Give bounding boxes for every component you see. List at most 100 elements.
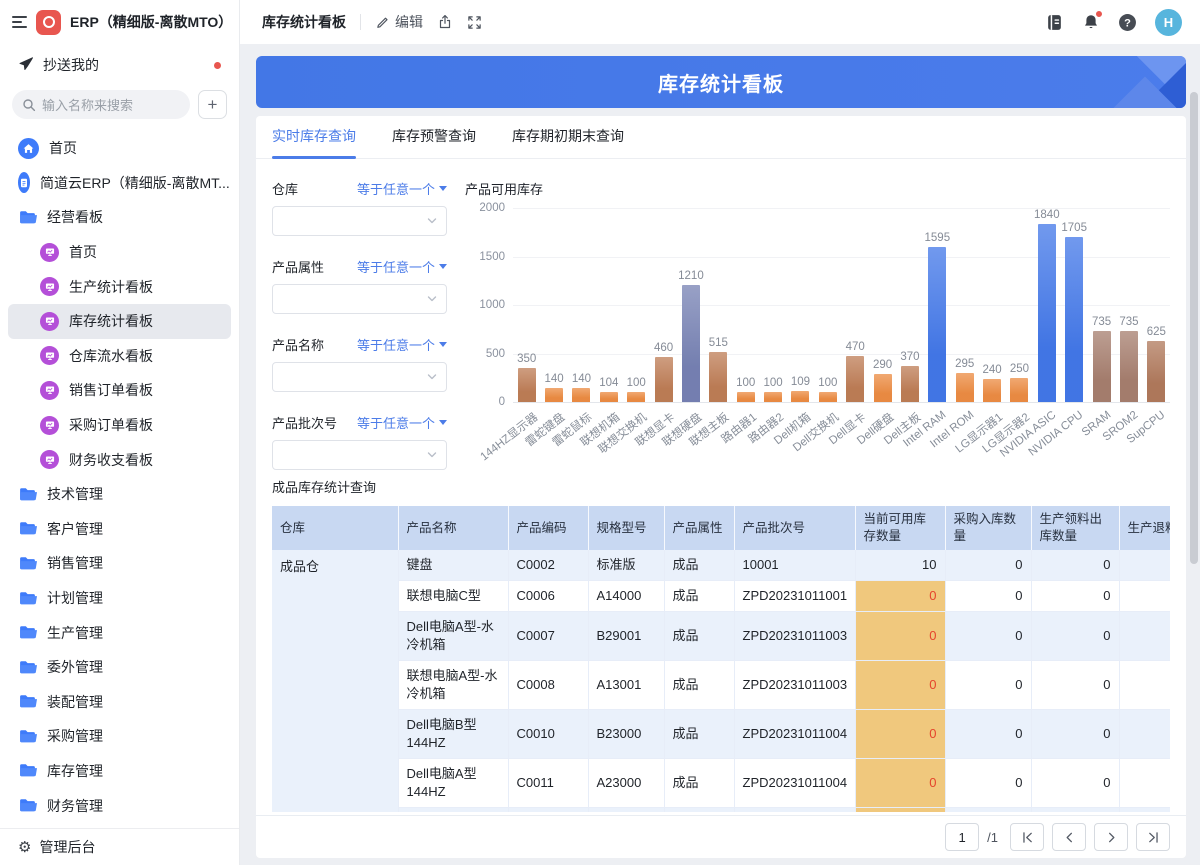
filter-operator-dropdown[interactable]: 等于任意一个 xyxy=(357,335,447,354)
share-button[interactable] xyxy=(437,14,453,30)
sidebar-item-11[interactable]: 客户管理 xyxy=(8,512,231,547)
bar-Dell主板[interactable] xyxy=(900,366,919,402)
tab-2[interactable]: 库存期初期末查询 xyxy=(512,126,624,158)
column-header-2: 产品编码 xyxy=(508,506,589,550)
bar-Dell机箱[interactable] xyxy=(791,391,810,402)
help-icon[interactable]: ? xyxy=(1118,13,1137,32)
cell-code: C0011 xyxy=(508,758,589,808)
cell-production_out: 0 xyxy=(1031,550,1120,581)
sidebar-item-2[interactable]: 经营看板 xyxy=(8,200,231,235)
filter-value-select[interactable] xyxy=(272,362,447,392)
sidebar-item-10[interactable]: 技术管理 xyxy=(8,477,231,512)
filter-label: 仓库 xyxy=(272,181,299,197)
stock-table: 仓库 产品名称 产品编码 规格型号 产品属性 产品批次号 当前可用库存数量 采购入库数量 生产领… xyxy=(272,506,1170,812)
notifications-icon[interactable] xyxy=(1082,10,1103,31)
bar-Dell硬盘[interactable] xyxy=(873,373,892,402)
sidebar-item-7[interactable]: 销售订单看板 xyxy=(8,373,231,408)
cell-batch xyxy=(734,807,856,812)
sidebar-item-19[interactable]: 财务管理 xyxy=(8,788,231,823)
sidebar-item-6[interactable]: 仓库流水看板 xyxy=(8,339,231,374)
cell-purchase_in: 0 xyxy=(945,758,1032,808)
sidebar-item-label: 计划管理 xyxy=(47,590,103,607)
bar-value-label: 625 xyxy=(1146,326,1166,339)
copied-to-me-item[interactable]: 抄送我的 xyxy=(12,52,227,78)
tab-1[interactable]: 库存预警查询 xyxy=(392,126,476,158)
bar-SROM2[interactable] xyxy=(1119,330,1138,402)
filter-value-select[interactable] xyxy=(272,206,447,236)
table-row-0: 成品仓 键盘 C0002 标准版 成品 10001 10 0 0 xyxy=(272,550,1170,812)
bar-雷蛇鼠标[interactable] xyxy=(572,388,591,402)
filter-value-select[interactable] xyxy=(272,440,447,470)
sidebar-item-14[interactable]: 生产管理 xyxy=(8,615,231,650)
sidebar-item-12[interactable]: 销售管理 xyxy=(8,546,231,581)
pagination-bar: 1 /1 xyxy=(256,815,1186,858)
edit-button[interactable]: 编辑 xyxy=(375,12,423,32)
last-page-button[interactable] xyxy=(1136,823,1170,851)
bar-SupCPU[interactable] xyxy=(1147,341,1166,402)
bar-联想机箱[interactable] xyxy=(599,391,618,402)
sidebar-item-label: 财务收支看板 xyxy=(69,451,153,468)
sidebar-item-4[interactable]: 生产统计看板 xyxy=(8,269,231,304)
search-placeholder: 输入名称来搜索 xyxy=(42,98,134,113)
prev-page-button[interactable] xyxy=(1052,823,1086,851)
sidebar-item-0[interactable]: 首页 xyxy=(8,131,231,166)
bar-NVIDIA ASIC[interactable] xyxy=(1037,223,1056,402)
filter-1: 产品属性 等于任意一个 xyxy=(272,257,447,314)
bar-Dell交换机[interactable] xyxy=(818,392,837,402)
bar-路由器1[interactable] xyxy=(736,392,755,402)
sidebar-item-18[interactable]: 库存管理 xyxy=(8,754,231,789)
tab-bar: 实时库存查询 库存预警查询 库存期初期末查询 xyxy=(256,116,1186,159)
search-icon xyxy=(22,98,36,112)
fullscreen-button[interactable] xyxy=(467,15,482,30)
bar-雷蛇键盘[interactable] xyxy=(545,388,564,402)
admin-console-item[interactable]: ⚙ 管理后台 xyxy=(0,828,239,865)
cell-purchase_in: 0 xyxy=(945,611,1032,661)
bar-联想交换机[interactable] xyxy=(627,392,646,402)
add-button[interactable]: + xyxy=(198,90,227,119)
sidebar-item-8[interactable]: 采购订单看板 xyxy=(8,408,231,443)
dashboard-banner: 库存统计看板 xyxy=(256,56,1186,108)
filter-0: 仓库 等于任意一个 xyxy=(272,179,447,236)
y-tick-label: 2000 xyxy=(479,202,505,214)
filter-operator-dropdown[interactable]: 等于任意一个 xyxy=(357,179,447,198)
cell-production_out: 0 xyxy=(1031,580,1120,612)
sidebar-item-9[interactable]: 财务收支看板 xyxy=(8,442,231,477)
sidebar-item-3[interactable]: 首页 xyxy=(8,235,231,270)
bar-路由器2[interactable] xyxy=(764,392,783,402)
avatar[interactable]: H xyxy=(1155,8,1182,36)
chevron-down-icon xyxy=(427,218,437,224)
filter-operator-dropdown[interactable]: 等于任意一个 xyxy=(357,413,447,432)
next-page-button[interactable] xyxy=(1094,823,1128,851)
first-page-button[interactable] xyxy=(1010,823,1044,851)
sidebar-item-label: 仓库流水看板 xyxy=(69,347,153,364)
bar-联想显卡[interactable] xyxy=(654,357,673,402)
sidebar-item-label: 生产管理 xyxy=(47,624,103,641)
scrollbar-thumb[interactable] xyxy=(1190,92,1198,564)
page-number-input[interactable]: 1 xyxy=(945,823,980,851)
search-input[interactable]: 输入名称来搜索 xyxy=(12,90,190,119)
sidebar-item-label: 经营看板 xyxy=(47,209,103,226)
sidebar-item-13[interactable]: 计划管理 xyxy=(8,581,231,616)
stock-table-head: 仓库 产品名称 产品编码 规格型号 产品属性 产品批次号 当前可用库存数量 采购入库数量 生产领… xyxy=(272,506,1170,550)
filter-operator-dropdown[interactable]: 等于任意一个 xyxy=(357,257,447,276)
bar-Intel RAM[interactable] xyxy=(928,247,947,402)
bar-Intel ROM[interactable] xyxy=(955,373,974,402)
sidebar-menu: 首页 简道云ERP（精细版-离散MT... 经营看板 首页 生产统计看板 库存统计看板 仓库… xyxy=(0,125,239,828)
cell-production_out xyxy=(1031,807,1120,812)
filter-value-select[interactable] xyxy=(272,284,447,314)
sidebar-item-label: 技术管理 xyxy=(47,486,103,503)
contacts-icon[interactable] xyxy=(1045,13,1064,32)
sidebar-item-17[interactable]: 采购管理 xyxy=(8,719,231,754)
bar-LG显示器1[interactable] xyxy=(983,378,1002,402)
sidebar-item-1[interactable]: 简道云ERP（精细版-离散MT... xyxy=(8,166,231,201)
sidebar-item-16[interactable]: 装配管理 xyxy=(8,685,231,720)
folder-icon xyxy=(18,208,37,227)
bar-SRAM[interactable] xyxy=(1092,330,1111,402)
bar-LG显示器2[interactable] xyxy=(1010,377,1029,402)
svg-text:?: ? xyxy=(1124,17,1131,29)
sidebar-item-5[interactable]: 库存统计看板 xyxy=(8,303,231,339)
tab-0[interactable]: 实时库存查询 xyxy=(272,126,356,159)
document-icon xyxy=(18,172,30,194)
collapse-sidebar-icon[interactable] xyxy=(12,12,27,32)
sidebar-item-15[interactable]: 委外管理 xyxy=(8,650,231,685)
